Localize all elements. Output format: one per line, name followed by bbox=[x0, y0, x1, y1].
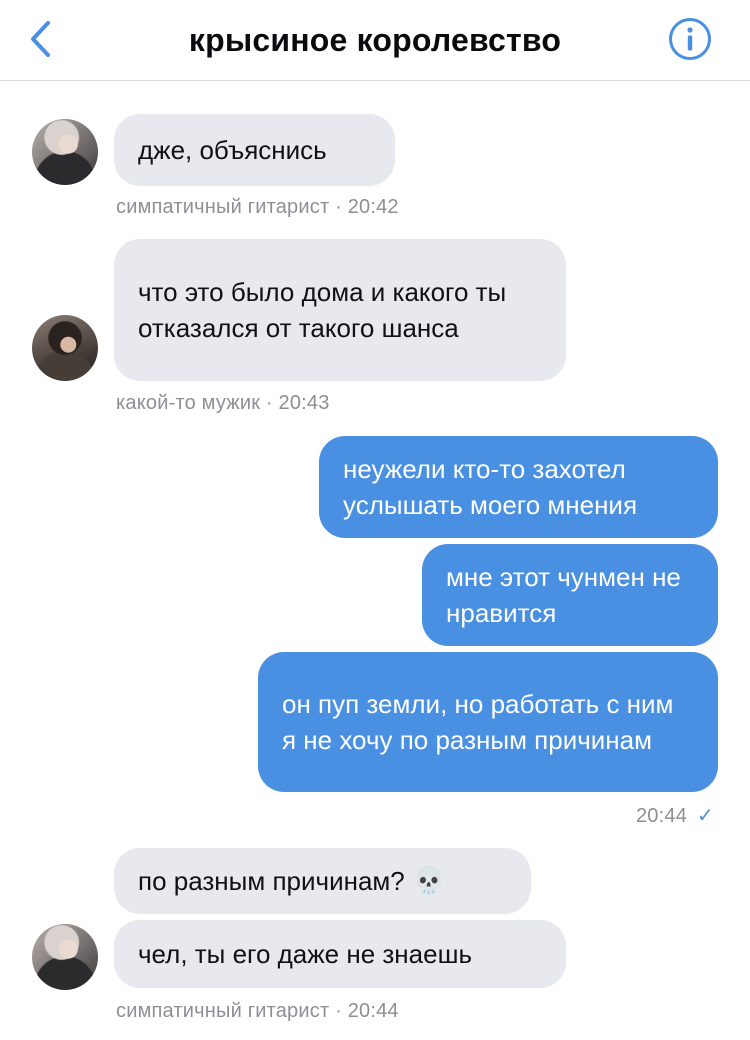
info-icon bbox=[669, 18, 711, 60]
message-bubble-outgoing: мне этот чунмен не нравится bbox=[422, 544, 718, 646]
chat-title: крысиное королевство bbox=[188, 21, 562, 58]
message-text: дже, объяснись bbox=[138, 135, 327, 165]
message-bubble-outgoing: он пуп земли, но работать с ним я не хоч… bbox=[258, 652, 718, 792]
message-bubble-incoming: что это было дома и какого ты отказался … bbox=[114, 239, 566, 381]
message-bubble-incoming: чел, ты его даже не знаешь bbox=[114, 920, 566, 988]
message-text: мне этот чунмен не нравится bbox=[446, 562, 681, 628]
chevron-left-icon bbox=[31, 21, 50, 57]
avatar[interactable] bbox=[32, 119, 98, 185]
message-text: неужели кто-то захотел услышать моего мн… bbox=[343, 454, 638, 520]
message-text: по разным причинам? bbox=[138, 866, 405, 896]
back-button[interactable] bbox=[18, 14, 62, 64]
message-meta: какой-то мужик · 20:43 bbox=[116, 392, 330, 414]
message-text: он пуп земли, но работать с ним я не хоч… bbox=[282, 689, 674, 755]
avatar[interactable] bbox=[32, 924, 98, 990]
skull-emoji: 💀 bbox=[412, 866, 446, 896]
avatar[interactable] bbox=[32, 315, 98, 381]
message-meta: симпатичный гитарист · 20:42 bbox=[116, 196, 399, 218]
message-meta: симпатичный гитарист · 20:44 bbox=[116, 1000, 399, 1022]
message-meta: 20:44 ✓ bbox=[636, 803, 714, 828]
message-bubble-incoming: дже, объяснись bbox=[114, 114, 395, 186]
message-bubble-outgoing: неужели кто-то захотел услышать моего мн… bbox=[319, 436, 718, 538]
message-time: 20:44 bbox=[635, 805, 688, 827]
read-check-icon: ✓ bbox=[697, 805, 714, 827]
info-button[interactable] bbox=[667, 16, 713, 62]
message-text: что это было дома и какого ты отказался … bbox=[138, 277, 507, 343]
message-bubble-incoming: по разным причинам? 💀 bbox=[114, 848, 531, 914]
message-text: чел, ты его даже не знаешь bbox=[138, 939, 472, 969]
chat-header: крысиное королевство bbox=[0, 0, 750, 81]
